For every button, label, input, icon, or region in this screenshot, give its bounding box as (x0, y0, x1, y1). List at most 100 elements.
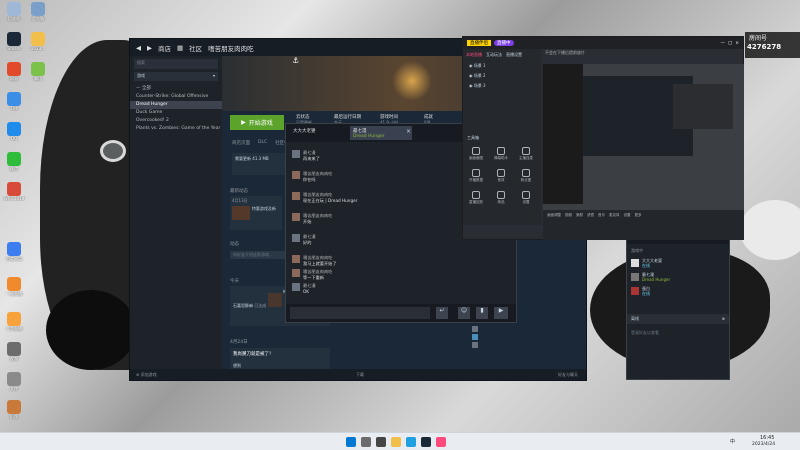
library-icon[interactable]: ▦ (177, 44, 183, 52)
tool-fans[interactable]: 粉丝团 (515, 169, 537, 183)
desktop-icon-tim[interactable]: TIM (2, 92, 26, 111)
library-game-row[interactable]: Plants vs. Zombies: Game of the Year (130, 125, 222, 133)
avatar (292, 213, 300, 221)
ctrl-beauty[interactable]: 美颜 (576, 213, 583, 218)
tool-goods[interactable]: 商品 (490, 191, 512, 205)
chevron-down-icon: ▾ (212, 73, 215, 78)
input-language[interactable]: 中 (730, 438, 735, 445)
library-game-row[interactable]: Counter-Strike: Global Offensive (130, 93, 222, 101)
library-game-row-selected[interactable]: Dread Hunger (130, 101, 222, 109)
ctrl-video[interactable]: 视频 (565, 213, 572, 218)
tab-store-page[interactable]: 商店页面 (232, 140, 250, 146)
tool-danmu[interactable]: 弹幕助手 (490, 147, 512, 161)
stream-sidebar: 本地直播 互动玩法 直播设置 ◉ 场景 1 ◉ 场景 2 ◉ 场景 3 工具箱 … (463, 49, 541, 225)
ctrl-music[interactable]: 音乐 (598, 213, 605, 218)
scene-item[interactable]: ◉ 场景 1 (463, 61, 541, 71)
friend-row[interactable] (472, 326, 582, 334)
desktop-icon-live[interactable]: 一键直播 (2, 277, 26, 297)
friends-chat-button[interactable]: 好友与聊天 (558, 372, 578, 378)
tray-date[interactable]: 2023/4/24 (752, 442, 775, 447)
news-card[interactable]: 4月13日 特惠游戏及新 (230, 196, 282, 230)
send-button[interactable]: ▶ (494, 307, 508, 319)
tab-settings[interactable]: 直播设置 (506, 52, 522, 58)
ctrl-settings[interactable]: 设置 (624, 213, 631, 218)
desktop-icon-douyu[interactable]: 斗鱼直播 (2, 312, 26, 332)
desktop-icon-video[interactable]: 视频 (2, 342, 26, 362)
explorer-icon[interactable] (391, 437, 401, 447)
scene-item[interactable]: ◉ 场景 3 (463, 81, 541, 91)
tab-interact[interactable]: 互动玩法 (486, 52, 502, 58)
forward-icon[interactable]: ▶ (147, 44, 152, 52)
friends-group-header[interactable]: 游戏中 (627, 244, 729, 258)
tool-settings[interactable]: 设置 (515, 191, 537, 205)
edge-icon[interactable] (406, 437, 416, 447)
voice-icon[interactable]: ☺ (458, 307, 470, 319)
nav-community[interactable]: 社区 (189, 43, 202, 53)
tool-replay[interactable]: 直播回放 (465, 191, 487, 205)
tab-dlc[interactable]: DLC (258, 140, 267, 146)
ctrl-more[interactable]: 更多 (635, 213, 642, 218)
start-icon[interactable] (346, 437, 356, 447)
search-icon[interactable] (361, 437, 371, 447)
task-view-icon[interactable] (376, 437, 386, 447)
ctrl-filter[interactable]: 滤镜 (587, 213, 594, 218)
stream-taskbar-icon[interactable] (436, 437, 446, 447)
library-filter-select[interactable]: 游戏 ▾ (134, 72, 218, 81)
desktop-icon-wps[interactable]: WPS 2019 (2, 182, 26, 201)
library-section-header[interactable]: — 全部 (130, 85, 222, 93)
friend-entry[interactable]: 蛋白 在线 (627, 286, 729, 300)
close-icon[interactable]: × (406, 128, 411, 135)
tool-screenshot[interactable]: 画面截图 (465, 147, 487, 161)
chat-message-input[interactable] (290, 307, 430, 319)
tray-time[interactable]: 16:45 (760, 435, 774, 441)
desktop-icon-steam[interactable]: Steam (2, 32, 26, 51)
ctrl-mic[interactable]: 麦克风 (609, 213, 620, 218)
desktop-icon-recycle[interactable]: 回收站 (2, 2, 26, 22)
library-game-row[interactable]: Overcooked! 2 (130, 117, 222, 125)
preview-window-nested-2 (673, 84, 733, 129)
mic-icon (522, 147, 530, 155)
tab-local-stream[interactable]: 本地直播 (466, 52, 482, 58)
stream-status-button[interactable]: 直播中 (494, 40, 514, 46)
desktop-icon-old[interactable]: 旧版 (2, 400, 26, 420)
attach-icon[interactable]: ▮ (476, 307, 488, 319)
desktop-icon-qq[interactable]: QQ (2, 122, 26, 141)
netease-icon (7, 62, 21, 76)
library-game-row[interactable]: Duck Game (130, 109, 222, 117)
add-game-button[interactable]: ⊕ 添加游戏 (136, 372, 157, 378)
add-icon[interactable]: ⊕ (722, 316, 725, 321)
maximize-icon[interactable]: □ (728, 41, 732, 46)
desktop-icon-folder[interactable]: 2023... (26, 32, 50, 51)
friend-row[interactable] (472, 334, 582, 342)
desktop-icon-file[interactable]: 文件 (2, 372, 26, 392)
play-button[interactable]: ▶ 开始游戏 (230, 115, 284, 130)
steam-taskbar-icon[interactable] (421, 437, 431, 447)
desktop-icon-wechat[interactable]: 微信 (2, 152, 26, 172)
nav-store[interactable]: 商店 (158, 43, 171, 53)
desktop-icon-baidu[interactable]: 百度网盘 (2, 242, 26, 262)
close-icon[interactable]: × (735, 41, 739, 46)
back-icon[interactable]: ◀ (136, 44, 141, 52)
friends-group-offline[interactable]: 离线 ⊕ (627, 314, 729, 324)
library-search-row: 搜索 (134, 59, 218, 69)
tool-linkmic[interactable]: 主播连麦 (515, 147, 537, 161)
tool-sound[interactable]: 音效 (490, 169, 512, 183)
desktop-icon-netease[interactable]: 网易 (2, 62, 26, 82)
chat-tab[interactable]: 大大大老婆 (290, 126, 348, 140)
friend-entry[interactable]: 最七漫 Dread Hunger (627, 272, 729, 286)
desktop-icon-tencent[interactable]: 腾讯 (26, 62, 50, 82)
update-notice[interactable]: 需要更新 41.3 MB (232, 153, 292, 175)
nav-username[interactable]: 嗜苦朋友肉肉吃 (208, 43, 254, 53)
minimize-icon[interactable]: — (720, 41, 725, 46)
tool-data[interactable]: 开播数据 (465, 169, 487, 183)
news-thumbnail (232, 206, 250, 220)
library-search-input[interactable]: 搜索 (137, 60, 145, 65)
downloads-status[interactable]: 下载 (356, 372, 364, 378)
desktop-icon-pc[interactable]: 此电脑 (26, 2, 50, 22)
friend-entry[interactable]: 大大大老婆 在线 (627, 258, 729, 272)
emoticon-icon[interactable]: ↵ (436, 307, 448, 319)
scene-item[interactable]: ◉ 场景 2 (463, 71, 541, 81)
ctrl-adjust[interactable]: 画面调整 (547, 213, 561, 218)
chat-tab-active[interactable]: 最七漫 Dread Hunger (350, 126, 412, 140)
friend-row[interactable] (472, 342, 582, 350)
